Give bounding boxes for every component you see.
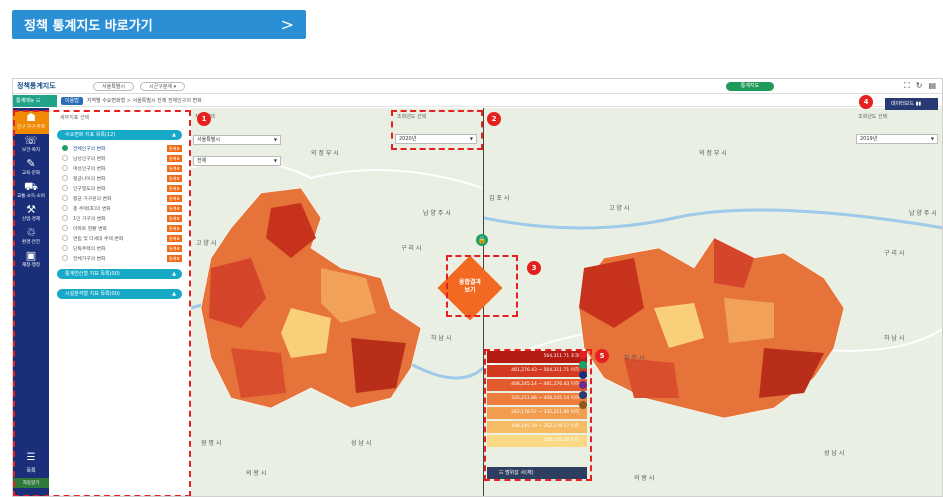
right-year-select[interactable]: 2019년 ▼ [856, 134, 938, 144]
goto-label: 정책 통계지도 바로가기 [24, 19, 153, 34]
place-label: 성 남 시 [824, 450, 845, 457]
place-label: 하 남 시 [431, 335, 452, 342]
stat-menu-toggle[interactable]: 통계메뉴 ☷ [13, 94, 57, 107]
region-select-value: 서울특별시 [197, 137, 221, 143]
document-icon[interactable]: ▤ [928, 81, 936, 91]
data-board-label: 데이터보드 [891, 101, 915, 107]
chevron-down-icon: ▼ [273, 158, 277, 163]
callout-badge-1: 1 [197, 112, 211, 126]
region-select[interactable]: 서울특별시 ▼ [193, 135, 281, 145]
highlight-box-2 [391, 110, 483, 150]
highlight-box-5 [484, 349, 592, 481]
stat-map-button[interactable]: 통계지도 [726, 82, 774, 91]
place-label: 광 명 시 [201, 440, 222, 447]
place-label: 의 정 부 시 [311, 150, 339, 157]
callout-badge-3: 3 [527, 261, 541, 275]
year-select-value: 2019년 [860, 136, 878, 142]
highlight-box-1 [13, 110, 191, 496]
callout-badge-2: 2 [487, 112, 501, 126]
place-label: 고 양 시 [609, 205, 630, 212]
policy-map-goto-button[interactable]: 정책 통계지도 바로가기 > [12, 10, 306, 39]
top-bar: 정책통계지도 서울특별시 시군구분계 ▾ [13, 79, 942, 94]
callout-badge-5: 5 [595, 349, 609, 363]
bar-chart-icon: ▮▮ [915, 101, 922, 107]
fullscreen-icon[interactable]: ⛶ [904, 81, 910, 91]
place-label: 의 왕 시 [634, 475, 655, 482]
app-title: 정책통계지도 [17, 82, 56, 90]
place-label: 김 포 시 [489, 195, 510, 202]
place-label: 의 왕 시 [246, 470, 267, 477]
district-select[interactable]: 전체 ▼ [193, 156, 281, 166]
place-label: 하 남 시 [884, 335, 905, 342]
region-pill[interactable]: 서울특별시 [93, 81, 135, 91]
left-choropleth [191, 159, 483, 409]
chevron-right-icon: > [280, 15, 294, 34]
chevron-down-icon: ▼ [273, 137, 277, 142]
place-label: 남 양 주 시 [423, 210, 451, 217]
breadcrumb: 지역별 수요변화형 > 서울특별시 전체 전체인구의 변화 [86, 98, 202, 104]
breadcrumb-bar: 통계메뉴 ☷ 이용법 지역별 수요변화형 > 서울특별시 전체 전체인구의 변화 [13, 94, 942, 107]
data-board-button[interactable]: 데이터보드 ▮▮ [885, 98, 938, 110]
refresh-icon[interactable]: ↻ [916, 81, 923, 91]
district-pill[interactable]: 시군구분계 ▾ [140, 81, 186, 91]
place-label: 고 양 시 [196, 240, 217, 247]
place-label: 구 리 시 [884, 250, 905, 257]
district-select-value: 전체 [197, 158, 207, 164]
year-select-label: 조회년도 선택 [858, 114, 888, 120]
chevron-down-icon: ▼ [930, 136, 934, 141]
left-map[interactable]: 의 정 부 시 고 양 시 남 양 주 시 구 리 시 하 남 시 성 남 시 … [191, 108, 483, 496]
place-label: 부 천 시 [624, 355, 645, 362]
lock-icon[interactable]: 🔒 [476, 234, 488, 246]
place-label: 남 양 주 시 [909, 210, 937, 217]
howto-tag[interactable]: 이용법 [61, 96, 83, 105]
callout-badge-4: 4 [859, 95, 873, 109]
place-label: 의 정 부 시 [699, 150, 727, 157]
window-tools: ⛶ ↻ ▤ [904, 81, 936, 91]
place-label: 구 리 시 [401, 245, 422, 252]
place-label: 성 남 시 [351, 440, 372, 447]
app-window: 정책통계지도 서울특별시 시군구분계 ▾ 통계지도 ⛶ ↻ ▤ 통계메뉴 ☷ 이… [12, 78, 943, 497]
highlight-box-3 [446, 255, 518, 317]
